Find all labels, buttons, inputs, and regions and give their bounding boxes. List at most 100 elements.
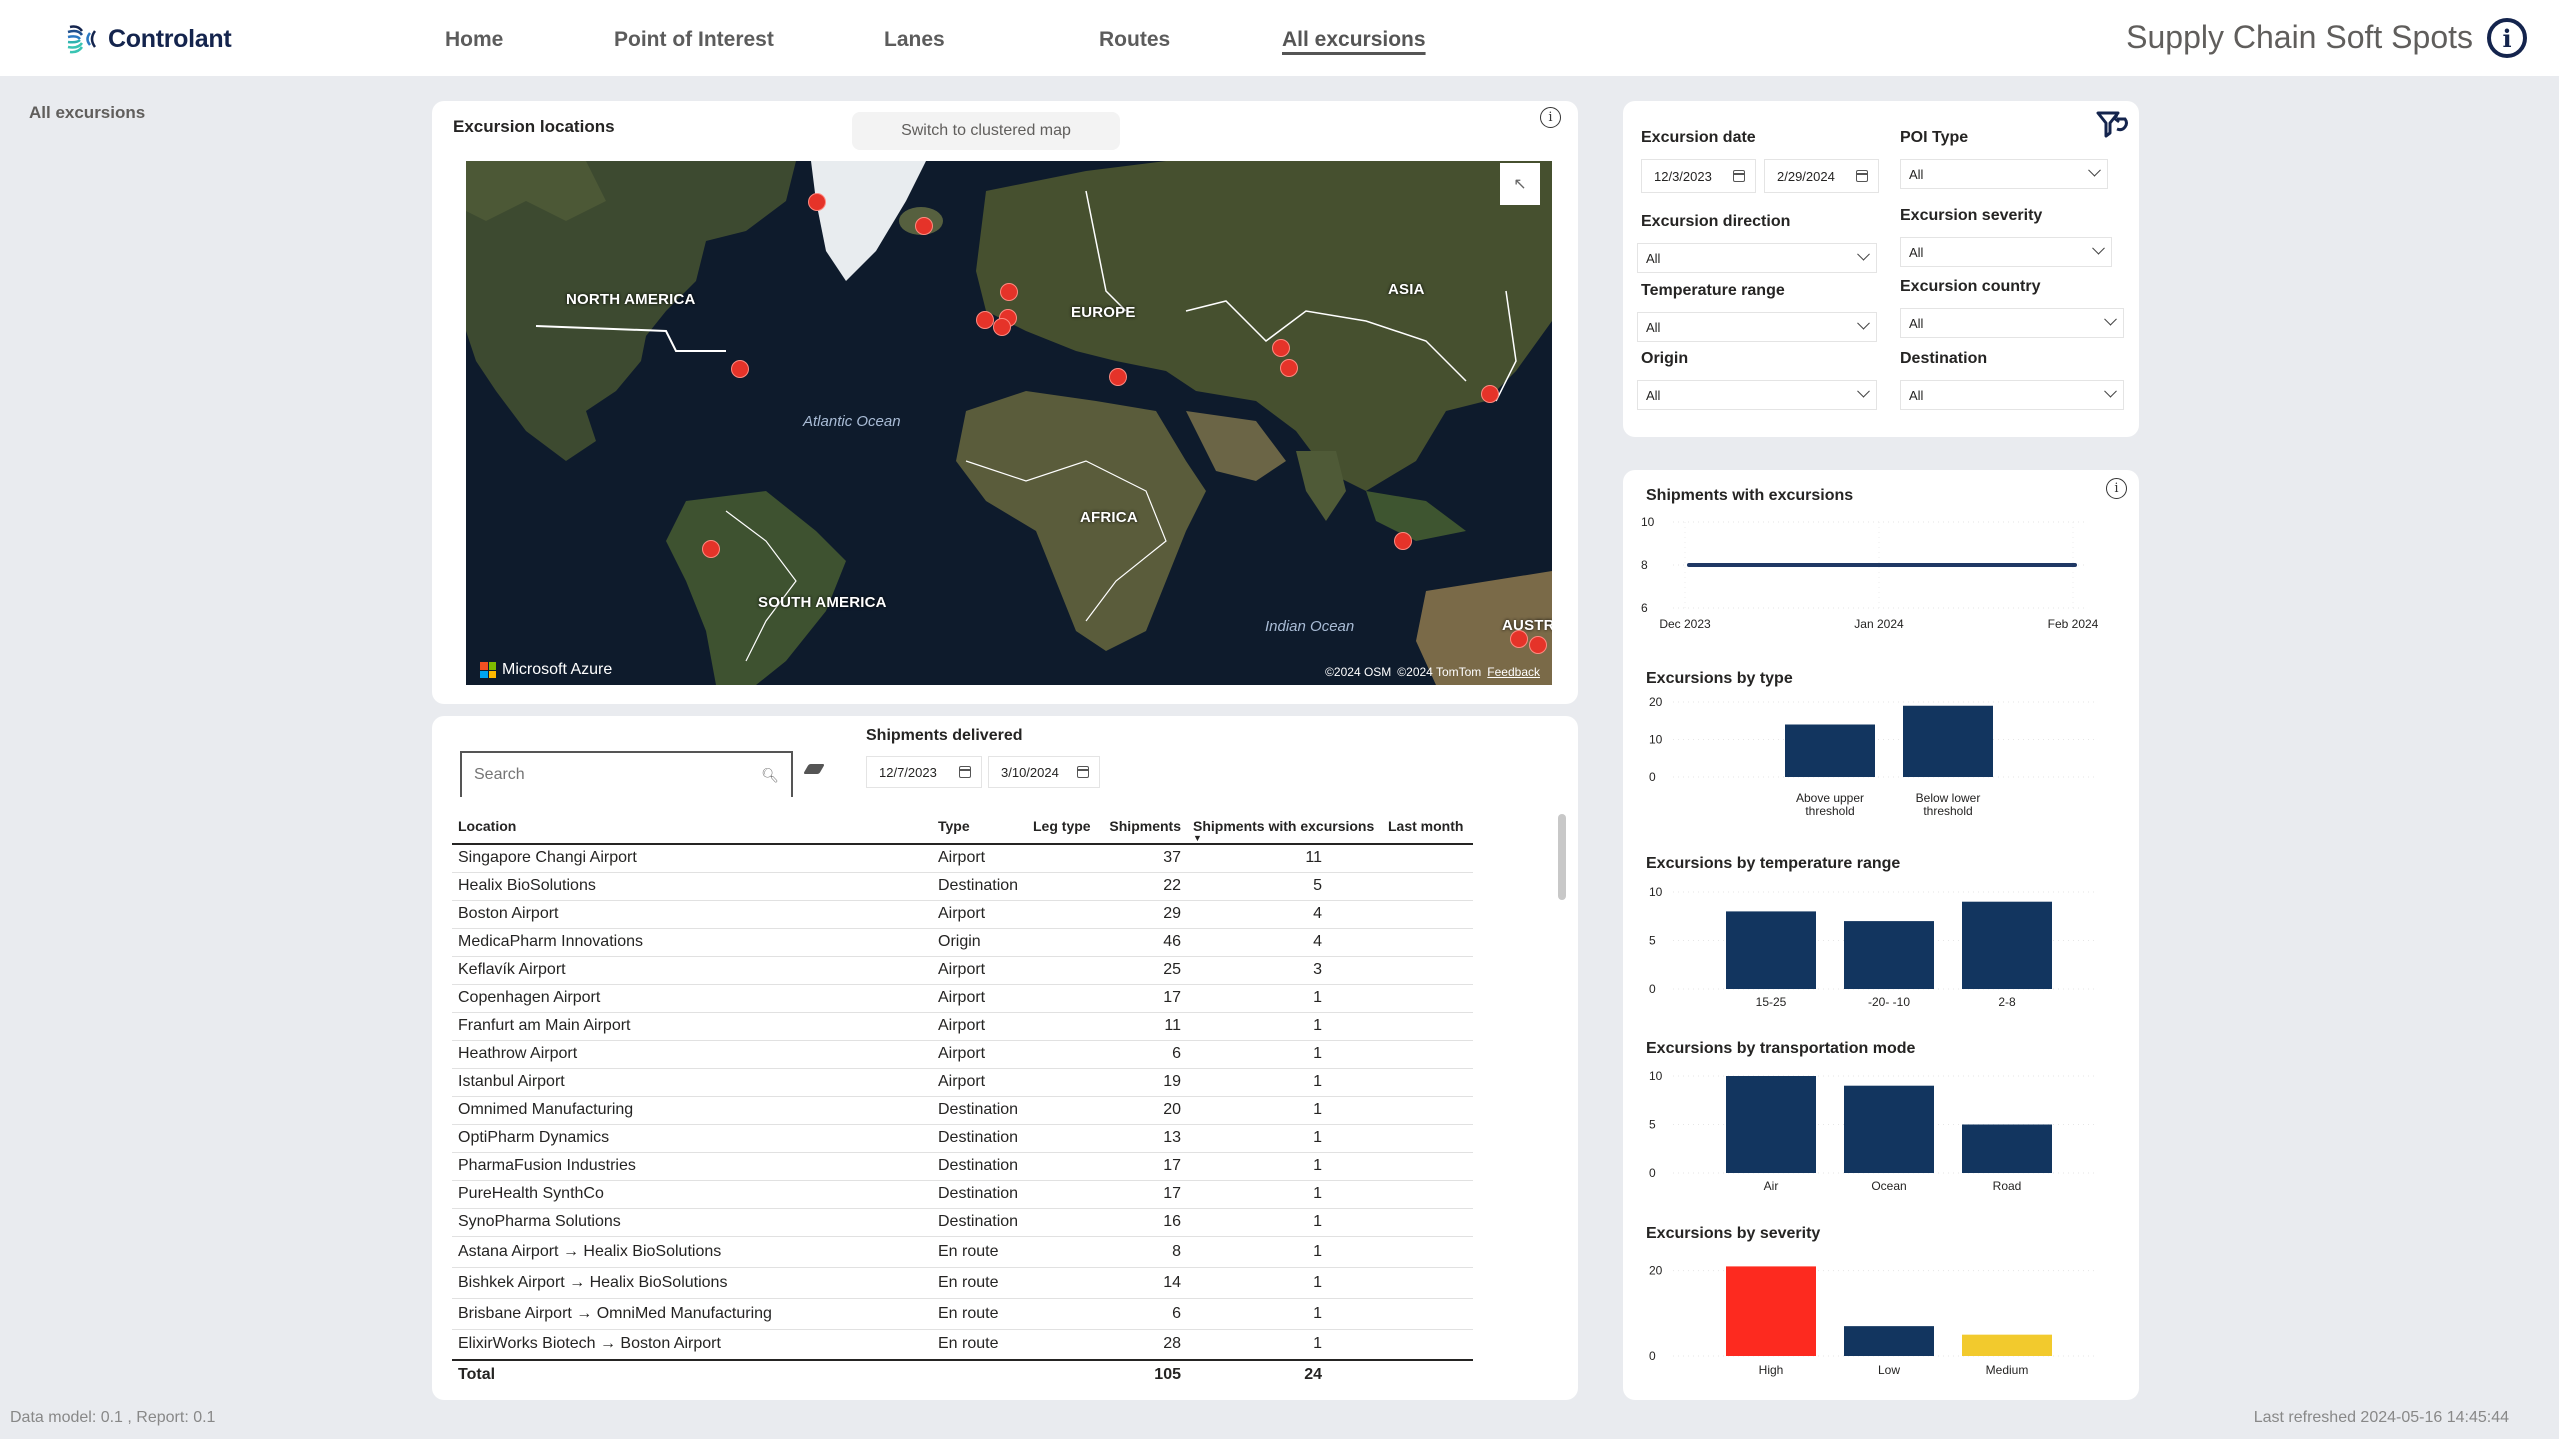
map-marker[interactable]	[702, 540, 720, 558]
table-row[interactable]: OptiPharm Dynamics Destination 13 1	[452, 1124, 1473, 1153]
temperature-range-dropdown[interactable]: All	[1637, 312, 1877, 342]
table-row[interactable]: Bishkek Airport → Healix BioSolutions En …	[452, 1267, 1473, 1299]
map-marker[interactable]	[1529, 636, 1547, 654]
map-marker[interactable]	[1481, 385, 1499, 403]
table-row[interactable]: Omnimed Manufacturing Destination 20 1	[452, 1096, 1473, 1125]
eraser-icon[interactable]	[803, 764, 825, 774]
nav-all-excursions[interactable]: All excursions	[1282, 28, 1426, 52]
table-row[interactable]: Brisbane Airport → OmniMed Manufacturing…	[452, 1298, 1473, 1330]
nav-routes[interactable]: Routes	[1099, 28, 1170, 52]
search-box[interactable]: 🔍︎	[460, 751, 793, 797]
bar-low[interactable]	[1844, 1326, 1934, 1356]
poi-type-dropdown[interactable]: All	[1900, 159, 2108, 189]
bar-road[interactable]	[1962, 1124, 2052, 1174]
excursion-date-from-value: 12/3/2023	[1654, 168, 1712, 184]
excursion-date-label: Excursion date	[1641, 129, 1756, 146]
delivered-date-from[interactable]: 12/7/2023	[866, 756, 982, 788]
delivered-date-to[interactable]: 3/10/2024	[988, 756, 1100, 788]
map-marker[interactable]	[808, 193, 826, 211]
excursion-country-label: Excursion country	[1900, 278, 2041, 295]
nav-lanes[interactable]: Lanes	[884, 28, 945, 52]
bar-medium[interactable]	[1962, 1334, 2052, 1356]
column-header-location[interactable]: Location	[452, 808, 932, 845]
nav-home[interactable]: Home	[445, 28, 503, 52]
top-navigation-bar: Controlant Home Point of Interest Lanes …	[0, 0, 2559, 76]
info-icon[interactable]: i	[2487, 18, 2527, 58]
excursion-severity-dropdown[interactable]: All	[1900, 237, 2112, 267]
search-input[interactable]	[474, 766, 734, 784]
table-row[interactable]: Boston Airport Airport 29 4	[452, 900, 1473, 929]
excursion-date-from[interactable]: 12/3/2023	[1641, 159, 1756, 193]
table-row[interactable]: Keflavík Airport Airport 25 3	[452, 956, 1473, 985]
bar-ocean[interactable]	[1844, 1085, 1934, 1173]
cell-shipments: 13	[1102, 1124, 1187, 1153]
column-header-shipments[interactable]: Shipments	[1102, 808, 1187, 845]
bar-high[interactable]	[1726, 1266, 1816, 1356]
bar-below-lower-threshold[interactable]	[1903, 705, 1993, 777]
cell-last-month	[1382, 1096, 1473, 1125]
excursion-direction-dropdown[interactable]: All	[1637, 243, 1877, 273]
nav-point-of-interest[interactable]: Point of Interest	[614, 28, 774, 52]
azure-attribution: Microsoft Azure	[480, 661, 612, 679]
destination-dropdown[interactable]: All	[1900, 380, 2124, 410]
table-row[interactable]: SynoPharma Solutions Destination 16 1	[452, 1208, 1473, 1237]
map-info-icon[interactable]: i	[1540, 107, 1561, 128]
table-row[interactable]: Singapore Changi Airport Airport 37 11	[452, 844, 1473, 873]
cell-location: Heathrow Airport	[452, 1040, 932, 1069]
map-marker[interactable]	[731, 360, 749, 378]
bar-20-10[interactable]	[1844, 921, 1934, 989]
table-row[interactable]: Franfurt am Main Airport Airport 11 1	[452, 1012, 1473, 1041]
table-row[interactable]: Healix BioSolutions Destination 22 5	[452, 872, 1473, 901]
selection-tool-button[interactable]: ↖	[1500, 163, 1540, 205]
map-marker[interactable]	[993, 318, 1011, 336]
cell-location: Keflavík Airport	[452, 956, 932, 985]
bar-2-8[interactable]	[1962, 901, 2052, 989]
column-header-shipments-with-excursions[interactable]: Shipments with excursions ▼	[1187, 808, 1382, 845]
table-row[interactable]: ElixirWorks Biotech → Boston Airport En r…	[452, 1329, 1473, 1361]
map-marker[interactable]	[976, 311, 994, 329]
map-marker[interactable]	[1280, 359, 1298, 377]
cell-leg-type	[1027, 1236, 1102, 1268]
origin-dropdown[interactable]: All	[1637, 380, 1877, 410]
cell-location: Bishkek Airport → Healix BioSolutions	[452, 1267, 932, 1299]
x-tick-label: Road	[1993, 1179, 2022, 1193]
excursion-country-dropdown[interactable]: All	[1900, 308, 2124, 338]
map-marker[interactable]	[1109, 368, 1127, 386]
table-row[interactable]: Astana Airport → Healix BioSolutions En r…	[452, 1236, 1473, 1268]
table-row[interactable]: Copenhagen Airport Airport 17 1	[452, 984, 1473, 1013]
bar-above-upper-threshold[interactable]	[1785, 724, 1875, 778]
table-row[interactable]: PharmaFusion Industries Destination 17 1	[452, 1152, 1473, 1181]
switch-to-clustered-map-button[interactable]: Switch to clustered map	[852, 112, 1120, 150]
map-marker[interactable]	[1394, 532, 1412, 550]
excursion-map[interactable]: NORTH AMERICA EUROPE ASIA AFRICA SOUTH A…	[466, 161, 1552, 685]
map-marker[interactable]	[1272, 339, 1290, 357]
column-header-leg-type[interactable]: Leg type	[1027, 808, 1102, 845]
poi-type-value: All	[1909, 166, 1924, 182]
bar-air[interactable]	[1726, 1076, 1816, 1173]
map-marker[interactable]	[1510, 630, 1528, 648]
reset-filters-icon[interactable]	[2095, 109, 2129, 139]
cell-shipments: 11	[1102, 1012, 1187, 1041]
controlant-logo[interactable]: Controlant	[64, 22, 232, 56]
table-row[interactable]: PureHealth SynthCo Destination 17 1	[452, 1180, 1473, 1209]
column-header-type[interactable]: Type	[932, 808, 1027, 845]
total-empty-cell	[1382, 1359, 1473, 1388]
shipments-table-card: 🔍︎ Shipments delivered 12/7/2023 3/10/20…	[432, 716, 1578, 1400]
feedback-link[interactable]: Feedback	[1487, 665, 1540, 679]
x-tick-label: Feb 2024	[2048, 617, 2099, 631]
total-empty-cell	[1027, 1359, 1102, 1388]
cell-last-month	[1382, 1124, 1473, 1153]
cell-location: MedicaPharm Innovations	[452, 928, 932, 957]
charts-info-icon[interactable]: i	[2106, 478, 2127, 499]
map-marker[interactable]	[915, 217, 933, 235]
chevron-down-icon	[2092, 241, 2105, 255]
table-scrollbar[interactable]	[1558, 814, 1566, 900]
table-row[interactable]: MedicaPharm Innovations Origin 46 4	[452, 928, 1473, 957]
excursion-date-to[interactable]: 2/29/2024	[1764, 159, 1879, 193]
map-marker[interactable]	[1000, 283, 1018, 301]
table-row[interactable]: Heathrow Airport Airport 6 1	[452, 1040, 1473, 1069]
column-header-last-month[interactable]: Last month	[1382, 808, 1473, 845]
y-tick-label: 10	[1649, 885, 1663, 899]
bar-15-25[interactable]	[1726, 911, 1816, 989]
table-row[interactable]: Istanbul Airport Airport 19 1	[452, 1068, 1473, 1097]
